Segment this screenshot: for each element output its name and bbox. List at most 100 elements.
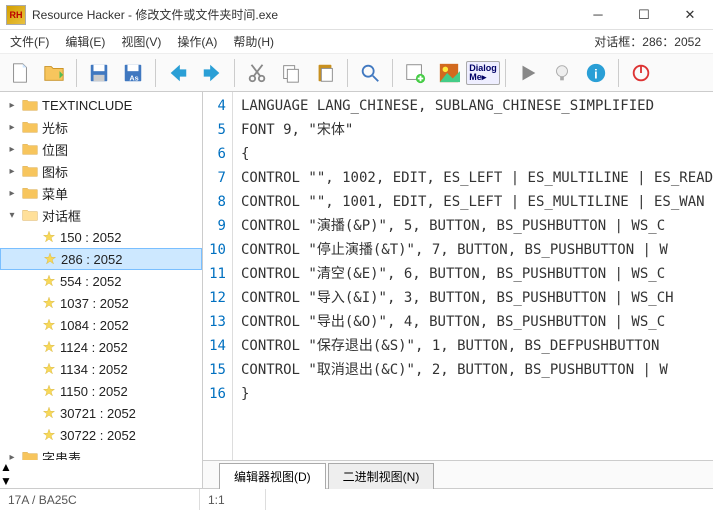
tree-folder[interactable]: ▸光标 [0, 116, 202, 138]
bulb-button[interactable] [546, 57, 578, 89]
editor-pane: 45678910111213141516 LANGUAGE LANG_CHINE… [203, 92, 713, 488]
menu-file[interactable]: 文件(F) [2, 31, 57, 52]
tree-leaf[interactable]: 286 : 2052 [0, 248, 202, 270]
tree-item-label: 1124 : 2052 [60, 340, 128, 355]
tree-item-label: 150 : 2052 [60, 230, 121, 245]
code-content[interactable]: LANGUAGE LANG_CHINESE, SUBLANG_CHINESE_S… [233, 92, 713, 460]
tree-leaf[interactable]: 1150 : 2052 [0, 380, 202, 402]
code-editor[interactable]: 45678910111213141516 LANGUAGE LANG_CHINE… [203, 92, 713, 460]
code-line[interactable]: LANGUAGE LANG_CHINESE, SUBLANG_CHINESE_S… [241, 94, 713, 118]
line-number: 16 [203, 382, 232, 406]
code-line[interactable]: CONTROL "", 1001, EDIT, ES_LEFT | ES_MUL… [241, 190, 713, 214]
tree-leaf[interactable]: 1084 : 2052 [0, 314, 202, 336]
expander-icon[interactable]: ▸ [6, 122, 18, 133]
cut-button[interactable] [241, 57, 273, 89]
expander-icon[interactable]: ▸ [6, 188, 18, 199]
code-line[interactable]: CONTROL "", 1002, EDIT, ES_LEFT | ES_MUL… [241, 166, 713, 190]
tree-item-label: TEXTINCLUDE [42, 98, 132, 113]
tree-item-label: 30722 : 2052 [60, 428, 136, 443]
statusbar: 17A / BA25C 1:1 [0, 488, 713, 510]
minimize-button[interactable]: ─ [575, 0, 621, 30]
tree-leaf[interactable]: 30722 : 2052 [0, 424, 202, 446]
tree-leaf[interactable]: 554 : 2052 [0, 270, 202, 292]
line-number: 13 [203, 310, 232, 334]
code-line[interactable]: } [241, 382, 713, 406]
info-button[interactable]: i [580, 57, 612, 89]
code-line[interactable]: CONTROL "导入(&I)", 3, BUTTON, BS_PUSHBUTT… [241, 286, 713, 310]
app-logo: RH [6, 5, 26, 25]
tree-folder[interactable]: ▸ TEXTINCLUDE [0, 94, 202, 116]
tree-leaf[interactable]: 1134 : 2052 [0, 358, 202, 380]
status-ratio: 1:1 [200, 489, 266, 510]
tree-item-label: 对话框 [42, 206, 81, 225]
image-resource-button[interactable] [433, 57, 465, 89]
prev-arrow-button[interactable] [162, 57, 194, 89]
expander-icon[interactable]: ▾ [6, 210, 18, 221]
tree-item-label: 554 : 2052 [60, 274, 121, 289]
tree-item-label: 位图 [42, 140, 68, 159]
resource-tree[interactable]: ▸TEXTINCLUDE▸光标▸位图▸图标▸菜单▾对话框150 : 205228… [0, 92, 202, 460]
next-arrow-button[interactable] [196, 57, 228, 89]
code-line[interactable]: CONTROL "保存退出(&S)", 1, BUTTON, BS_DEFPUS… [241, 334, 713, 358]
tree-scrollbar[interactable]: ▲ ▼ [0, 460, 202, 488]
tree-item-label: 字串表 [42, 448, 81, 461]
tree-leaf[interactable]: 1037 : 2052 [0, 292, 202, 314]
tab-binary-view[interactable]: 二进制视图(N) [328, 463, 435, 489]
menu-edit[interactable]: 编辑(E) [57, 31, 113, 52]
code-line[interactable]: FONT 9, "宋体" [241, 118, 713, 142]
toolbar: As DialogMe▸ i [0, 54, 713, 92]
expander-icon[interactable]: ▸ [6, 100, 18, 111]
dialog-resource-button[interactable]: DialogMe▸ [467, 57, 499, 89]
tree-item-label: 30721 : 2052 [60, 406, 136, 421]
code-line[interactable]: CONTROL "停止演播(&T)", 7, BUTTON, BS_PUSHBU… [241, 238, 713, 262]
line-number: 5 [203, 118, 232, 142]
code-line[interactable]: { [241, 142, 713, 166]
tree-item-label: 1150 : 2052 [60, 384, 128, 399]
expander-icon[interactable]: ▸ [6, 166, 18, 177]
tree-folder[interactable]: ▸图标 [0, 160, 202, 182]
menu-help[interactable]: 帮助(H) [225, 31, 282, 52]
tree-leaf[interactable]: 30721 : 2052 [0, 402, 202, 424]
save-button[interactable] [83, 57, 115, 89]
menubar-status: 对话框：286：2052 [584, 33, 711, 50]
add-resource-button[interactable] [399, 57, 431, 89]
tree-folder[interactable]: ▾ 对话框 [0, 204, 202, 226]
paste-button[interactable] [309, 57, 341, 89]
scroll-up-arrow[interactable]: ▲ [0, 460, 202, 474]
code-line[interactable]: CONTROL "演播(&P)", 5, BUTTON, BS_PUSHBUTT… [241, 214, 713, 238]
code-line[interactable]: CONTROL "清空(&E)", 6, BUTTON, BS_PUSHBUTT… [241, 262, 713, 286]
close-button[interactable]: ✕ [667, 0, 713, 30]
maximize-button[interactable]: ☐ [621, 0, 667, 30]
titlebar: RH Resource Hacker - 修改文件或文件夹时间.exe ─ ☐ … [0, 0, 713, 30]
menu-view[interactable]: 视图(V) [113, 31, 169, 52]
svg-text:i: i [594, 66, 598, 81]
expander-icon[interactable]: ▸ [6, 452, 18, 461]
tree-item-label: 286 : 2052 [61, 252, 122, 267]
open-file-button[interactable] [38, 57, 70, 89]
code-line[interactable]: CONTROL "取消退出(&C)", 2, BUTTON, BS_PUSHBU… [241, 358, 713, 382]
tree-item-label: 1134 : 2052 [60, 362, 128, 377]
tree-item-label: 1084 : 2052 [60, 318, 129, 333]
expander-icon[interactable]: ▸ [6, 144, 18, 155]
new-file-button[interactable] [4, 57, 36, 89]
status-position: 17A / BA25C [0, 489, 200, 510]
menu-action[interactable]: 操作(A) [169, 31, 225, 52]
tree-item-label: 菜单 [42, 184, 68, 203]
line-number: 14 [203, 334, 232, 358]
tree-leaf[interactable]: 150 : 2052 [0, 226, 202, 248]
find-button[interactable] [354, 57, 386, 89]
tab-editor-view[interactable]: 编辑器视图(D) [219, 463, 326, 489]
play-button[interactable] [512, 57, 544, 89]
editor-tabs: 编辑器视图(D) 二进制视图(N) [203, 460, 713, 488]
resource-tree-pane: ▸TEXTINCLUDE▸光标▸位图▸图标▸菜单▾对话框150 : 205228… [0, 92, 203, 488]
window-title: Resource Hacker - 修改文件或文件夹时间.exe [32, 6, 575, 23]
tree-folder[interactable]: ▸ 字串表 [0, 446, 202, 460]
save-as-button[interactable]: As [117, 57, 149, 89]
copy-button[interactable] [275, 57, 307, 89]
tree-folder[interactable]: ▸ 菜单 [0, 182, 202, 204]
tree-folder[interactable]: ▸ 位图 [0, 138, 202, 160]
power-button[interactable] [625, 57, 657, 89]
code-line[interactable]: CONTROL "导出(&O)", 4, BUTTON, BS_PUSHBUTT… [241, 310, 713, 334]
scroll-down-arrow[interactable]: ▼ [0, 474, 202, 488]
tree-leaf[interactable]: 1124 : 2052 [0, 336, 202, 358]
